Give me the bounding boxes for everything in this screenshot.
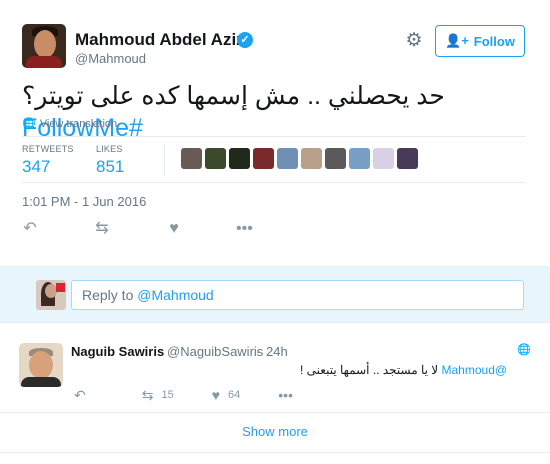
globe-icon: 🌐 bbox=[22, 118, 36, 130]
like-icon[interactable]: ♥ bbox=[212, 387, 220, 403]
view-translation-link[interactable]: 🌐 View translation bbox=[22, 117, 118, 131]
tweet-actions: ↶ ⇆ ♥ ••• bbox=[22, 220, 253, 238]
liker-avatar[interactable] bbox=[301, 148, 322, 169]
main-tweet: Mahmoud Abdel Aziz ✓ @Mahmoud ⚙ 👤+ Follo… bbox=[0, 0, 550, 266]
verified-badge-icon: ✓ bbox=[237, 32, 253, 48]
reply-text-line1: @Mahmoud لا يا مستجد .. أسمها يتبعنى ! bbox=[300, 361, 526, 379]
author-name[interactable]: Mahmoud Abdel Aziz bbox=[75, 30, 245, 50]
retweets-stat[interactable]: RETWEETS 347 bbox=[22, 144, 74, 177]
reply-time[interactable]: 24h bbox=[266, 344, 288, 359]
liker-avatar[interactable] bbox=[205, 148, 226, 169]
liker-avatar[interactable] bbox=[397, 148, 418, 169]
reply-author-name[interactable]: Naguib Sawiris bbox=[71, 344, 164, 359]
add-user-icon: 👤+ bbox=[445, 33, 469, 48]
reply-tweet[interactable]: Naguib Sawiris @NaguibSawiris · 24h 🌐 @M… bbox=[0, 323, 550, 413]
reply-like-count: 64 bbox=[228, 389, 241, 401]
more-icon[interactable]: ••• bbox=[236, 220, 253, 238]
liker-avatar[interactable] bbox=[325, 148, 346, 169]
view-translation-label: View translation bbox=[39, 117, 118, 130]
retweet-icon[interactable]: ⇆ bbox=[94, 220, 110, 238]
like-icon[interactable]: ♥ bbox=[166, 220, 182, 238]
liker-avatar[interactable] bbox=[229, 148, 250, 169]
retweet-icon[interactable]: ⇆ bbox=[142, 387, 154, 403]
reply-text: لا يا مستجد .. أسمها يتبعنى ! bbox=[300, 363, 439, 377]
liker-avatar[interactable] bbox=[181, 148, 202, 169]
gear-icon[interactable]: ⚙ bbox=[404, 31, 424, 51]
divider bbox=[22, 136, 526, 137]
follow-button[interactable]: 👤+ Follow bbox=[435, 25, 525, 57]
more-icon[interactable]: ••• bbox=[278, 387, 293, 403]
reply-icon[interactable]: ↶ bbox=[22, 220, 38, 238]
reply-input[interactable]: Reply to @Mahmoud bbox=[71, 280, 524, 310]
reply-author-handle[interactable]: @NaguibSawiris bbox=[167, 344, 263, 359]
liker-avatar[interactable] bbox=[253, 148, 274, 169]
stat-separator bbox=[164, 144, 165, 176]
reply-icon[interactable]: ↶ bbox=[74, 387, 86, 403]
liker-avatar[interactable] bbox=[349, 148, 370, 169]
liker-avatars bbox=[181, 148, 418, 169]
liker-avatar[interactable] bbox=[277, 148, 298, 169]
retweets-label: RETWEETS bbox=[22, 144, 74, 154]
separator-dot: · bbox=[256, 344, 261, 359]
tweet-timestamp[interactable]: 1:01 PM - 1 Jun 2016 bbox=[22, 194, 146, 209]
reply-prefix: Reply to bbox=[82, 287, 138, 303]
retweets-count: 347 bbox=[22, 157, 51, 176]
author-avatar[interactable] bbox=[22, 24, 66, 68]
likes-label: LIKES bbox=[96, 144, 123, 154]
follow-label: Follow bbox=[473, 33, 515, 49]
likes-stat[interactable]: LIKES 851 bbox=[96, 144, 124, 177]
author-handle[interactable]: @Mahmoud bbox=[75, 51, 146, 66]
show-more-link[interactable]: Show more bbox=[0, 413, 550, 453]
tweet-body: حد يحصلني .. مش إسمها كده على تويتر؟ bbox=[22, 82, 445, 110]
tweet-text: حد يحصلني .. مش إسمها كده على تويتر؟ #Fo… bbox=[22, 80, 526, 144]
reply-author-avatar[interactable] bbox=[19, 343, 63, 387]
reply-retweet-count: 15 bbox=[161, 389, 174, 401]
reply-mention-link[interactable]: @Mahmoud bbox=[442, 363, 508, 377]
reply-actions: ↶ ⇆ 15 ♥ 64 ••• bbox=[74, 387, 293, 403]
divider bbox=[22, 182, 526, 183]
current-user-avatar bbox=[36, 280, 66, 310]
reply-box: Reply to @Mahmoud bbox=[0, 266, 550, 323]
reply-mention: @Mahmoud bbox=[137, 287, 214, 303]
liker-avatar[interactable] bbox=[373, 148, 394, 169]
globe-icon: 🌐 bbox=[517, 344, 531, 356]
likes-count: 851 bbox=[96, 157, 125, 176]
